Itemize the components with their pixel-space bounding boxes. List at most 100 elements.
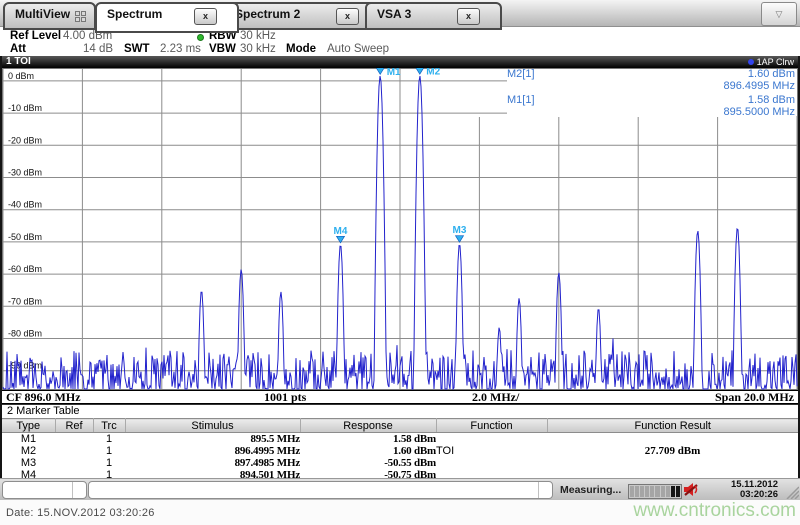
tab-multiview-label: MultiView xyxy=(15,7,71,21)
att-label: Att xyxy=(10,43,26,55)
status-bar: Measuring... 15.11.2012 03:20:26 xyxy=(0,478,800,500)
y-tick-label: -50 dBm xyxy=(8,232,42,242)
softkey-field-2[interactable] xyxy=(88,481,553,499)
y-tick-label: -70 dBm xyxy=(8,296,42,306)
analyzer-screen: MultiView Spectrum x Spectrum 2 x VSA 3 … xyxy=(0,0,800,525)
y-tick-label: -10 dBm xyxy=(8,103,42,113)
measuring-status-label: Measuring... xyxy=(560,484,622,496)
ref-level-label: Ref Level xyxy=(10,30,62,42)
cell-function-result: 27.709 dBm xyxy=(644,445,701,457)
cell-ref xyxy=(55,457,93,469)
cell-type: M3 xyxy=(20,457,37,469)
marker-readout-name: M2[1] xyxy=(507,68,535,80)
cell-trc: 1 xyxy=(105,457,113,469)
tab-spectrum[interactable]: Spectrum x xyxy=(95,2,239,33)
y-tick-label: -40 dBm xyxy=(8,200,42,210)
status-time: 03:20:26 xyxy=(739,489,778,500)
tab-spectrum-2-label: Spectrum 2 xyxy=(235,7,301,21)
tab-bar: MultiView Spectrum x Spectrum 2 x VSA 3 … xyxy=(0,0,800,33)
tab-spectrum-2[interactable]: Spectrum 2 x xyxy=(223,2,381,30)
marker-M1-label: M1 xyxy=(387,68,401,78)
cell-response: 1.58 dBm xyxy=(392,433,436,445)
mode-value[interactable]: Auto Sweep xyxy=(327,43,389,55)
frequency-axis-bar: CF 896.0 MHz 1001 pts 2.0 MHz/ Span 20.0… xyxy=(2,390,798,404)
marker-table-header-row: Type Ref Trc Stimulus Response Function … xyxy=(2,418,798,433)
measurement-progress-bar xyxy=(628,484,682,499)
marker-M2-triangle-icon[interactable] xyxy=(415,67,425,75)
trace1-dot-icon xyxy=(747,59,754,65)
tab-spectrum-2-close-icon[interactable]: x xyxy=(336,8,359,25)
y-tick-label: 0 dBm xyxy=(8,71,34,81)
y-tick-label: -80 dBm xyxy=(8,329,42,339)
sweep-status-green-dot xyxy=(197,34,204,41)
marker-M3-triangle-icon[interactable] xyxy=(454,235,465,243)
marker-readout-value: 1.60 dBm xyxy=(747,68,795,80)
tab-vsa-3-close-icon[interactable]: x xyxy=(457,8,480,25)
cell-response: -50.55 dBm xyxy=(384,457,436,469)
cell-trc: 1 xyxy=(105,445,113,457)
col-ref: Ref xyxy=(55,418,94,433)
cell-type: M2 xyxy=(20,445,37,457)
col-stimulus: Stimulus xyxy=(125,418,301,433)
tab-vsa-3[interactable]: VSA 3 x xyxy=(365,2,502,30)
marker-table-title[interactable]: 2 Marker Table xyxy=(7,405,80,418)
vbw-value[interactable]: 30 kHz xyxy=(240,43,276,55)
watermark: www.cntronics.com xyxy=(633,500,796,521)
result-windows: 1 TOI 1AP Clrw 0 dBm -10 dBm -20 dBm -30 dB… xyxy=(0,56,800,481)
col-type: Type xyxy=(2,418,56,433)
cell-function: TOI xyxy=(436,445,455,457)
mode-label: Mode xyxy=(286,43,317,55)
cell-ref xyxy=(55,445,93,457)
col-function: Function xyxy=(436,418,548,433)
vbw-label: VBW xyxy=(209,43,236,55)
cell-response: 1.60 dBm xyxy=(392,445,436,457)
marker-readout-freq: 896.4995 MHz xyxy=(723,79,795,92)
swt-label: SWT xyxy=(124,43,150,55)
toi-window-title: 1 TOI xyxy=(6,56,31,67)
clock: 15.11.2012 03:20:26 xyxy=(700,480,778,500)
audio-muted-icon[interactable] xyxy=(683,483,700,497)
cell-function-result xyxy=(547,433,798,446)
trace-legend: 1AP Clrw xyxy=(747,56,794,68)
cell-stimulus: 896.4995 MHz xyxy=(234,445,300,457)
marker-readout-freq: 895.5000 MHz xyxy=(723,105,795,118)
resize-grip-icon[interactable] xyxy=(783,484,799,499)
marker-M3-label: M3 xyxy=(453,225,467,236)
span-label: Span 20.0 MHz xyxy=(714,390,794,404)
att-value[interactable]: 14 dB xyxy=(83,43,113,55)
marker-M1-triangle-icon[interactable] xyxy=(375,67,385,75)
capture-date-label: Date: 15.NOV.2012 03:20:26 xyxy=(6,507,155,519)
cell-function-result xyxy=(547,457,798,469)
y-tick-label: -30 dBm xyxy=(8,168,42,178)
toi-window-titlebar[interactable]: 1 TOI 1AP Clrw xyxy=(2,56,798,68)
tab-multiview[interactable]: MultiView xyxy=(3,2,96,30)
col-response: Response xyxy=(300,418,437,433)
cell-function xyxy=(436,457,547,469)
marker-readout-name: M1[1] xyxy=(507,94,535,106)
cell-ref xyxy=(55,433,93,446)
marker-table-row[interactable]: M1 1 895.5 MHz 1.58 dBm xyxy=(2,433,798,446)
softkey-field-1[interactable] xyxy=(2,481,87,499)
trace-legend-label: 1AP Clrw xyxy=(756,57,794,67)
marker-M2-label: M2 xyxy=(426,68,440,78)
spectrum-plot[interactable]: 0 dBm -10 dBm -20 dBm -30 dBm -40 dBm -50 dBm… xyxy=(2,67,798,391)
swt-value[interactable]: 2.23 ms xyxy=(160,43,201,55)
rbw-value[interactable]: 30 kHz xyxy=(240,30,276,42)
tab-spectrum-label: Spectrum xyxy=(107,7,163,21)
chevron-down-icon: ▽ xyxy=(775,9,783,19)
marker-table-row[interactable]: M2 1 896.4995 MHz 1.60 dBm TOI 27.709 dB… xyxy=(2,445,798,457)
center-frequency-label: CF 896.0 MHz xyxy=(6,390,81,404)
tab-spectrum-close-icon[interactable]: x xyxy=(194,8,217,25)
y-tick-label: -60 dBm xyxy=(8,264,42,274)
col-trc: Trc xyxy=(93,418,126,433)
cell-type: M1 xyxy=(20,433,37,445)
sweep-points-label: 1001 pts xyxy=(264,390,307,404)
cell-function xyxy=(436,433,547,446)
cell-stimulus: 895.5 MHz xyxy=(250,433,300,445)
tab-list-dropdown-button[interactable]: ▽ xyxy=(761,2,797,26)
marker-M4-label: M4 xyxy=(334,226,348,237)
cell-trc: 1 xyxy=(105,433,113,445)
per-division-label: 2.0 MHz/ xyxy=(472,390,520,404)
marker-readout: M2[1] 1.60 dBm 896.4995 MHz M1[1] 1.58 dBm… xyxy=(507,68,795,118)
marker-table-row[interactable]: M3 1 897.4985 MHz -50.55 dBm xyxy=(2,457,798,469)
